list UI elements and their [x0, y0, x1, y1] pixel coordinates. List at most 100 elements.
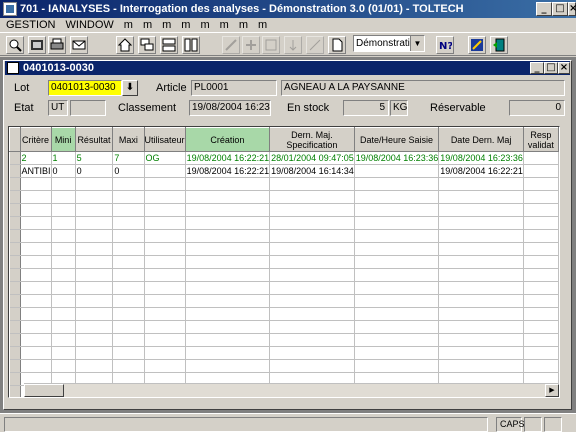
row-header[interactable]	[9, 281, 21, 295]
table-cell[interactable]: 0	[51, 164, 76, 178]
table-cell[interactable]	[20, 346, 52, 360]
table-row[interactable]	[9, 281, 559, 295]
chevron-down-icon[interactable]: ▼	[410, 36, 424, 51]
add-button[interactable]	[242, 36, 260, 54]
scroll-right-icon[interactable]: ▶	[545, 384, 559, 397]
table-cell[interactable]	[523, 281, 559, 295]
table-cell[interactable]	[51, 333, 76, 347]
table-row[interactable]: ANTIBI 0 0 0 19/08/2004 16:22:21 19/08/2004 1…	[9, 164, 559, 178]
table-cell[interactable]	[438, 203, 524, 217]
table-cell[interactable]	[75, 255, 114, 269]
table-row[interactable]	[9, 203, 559, 217]
tile-vertical-button[interactable]	[182, 36, 200, 54]
table-row[interactable]	[9, 333, 559, 347]
table-cell[interactable]	[523, 164, 559, 178]
analyses-grid[interactable]: Critère Mini Résultat Maxi Utilisateur C…	[8, 126, 560, 398]
table-cell[interactable]	[269, 177, 355, 191]
table-cell[interactable]	[354, 177, 440, 191]
table-cell[interactable]	[185, 242, 271, 256]
menu-gestion[interactable]: GESTION	[0, 19, 61, 31]
table-cell[interactable]	[354, 294, 440, 308]
table-cell[interactable]: 19/08/2004 16:23:36	[438, 151, 524, 165]
tools-button[interactable]	[468, 36, 486, 54]
minimize-button[interactable]: _	[536, 2, 552, 16]
menu-item[interactable]: m	[234, 19, 253, 31]
table-cell[interactable]	[144, 320, 186, 334]
column-header[interactable]: Création	[184, 127, 271, 152]
table-cell[interactable]	[20, 229, 52, 243]
lot-dropdown-button[interactable]: ⬇	[122, 80, 138, 96]
table-row[interactable]	[9, 307, 559, 321]
table-cell[interactable]	[51, 190, 76, 204]
table-cell[interactable]	[438, 242, 524, 256]
table-cell[interactable]	[20, 216, 52, 230]
table-cell[interactable]	[75, 268, 114, 282]
table-cell[interactable]	[144, 255, 186, 269]
table-cell[interactable]	[354, 164, 440, 178]
table-cell[interactable]	[185, 307, 271, 321]
table-cell[interactable]: 19/08/2004 16:14:34	[269, 164, 355, 178]
cascade-button[interactable]	[138, 36, 156, 54]
menu-item[interactable]: m	[215, 19, 234, 31]
row-header[interactable]	[9, 294, 21, 308]
menu-item[interactable]: m	[138, 19, 157, 31]
table-cell[interactable]	[438, 294, 524, 308]
table-cell[interactable]	[438, 216, 524, 230]
edit-button[interactable]	[222, 36, 240, 54]
table-cell[interactable]	[354, 190, 440, 204]
menu-item[interactable]: m	[253, 19, 272, 31]
table-cell[interactable]	[51, 255, 76, 269]
table-cell[interactable]	[523, 255, 559, 269]
table-cell[interactable]	[51, 242, 76, 256]
table-cell[interactable]	[438, 333, 524, 347]
down-button[interactable]	[284, 36, 302, 54]
table-cell[interactable]	[354, 229, 440, 243]
scrollbar-thumb[interactable]	[24, 384, 64, 397]
exit-button[interactable]	[490, 36, 508, 54]
table-row[interactable]	[9, 190, 559, 204]
tile-horizontal-button[interactable]	[160, 36, 178, 54]
table-cell[interactable]	[20, 255, 52, 269]
child-close-button[interactable]: ×	[558, 62, 570, 74]
table-cell[interactable]	[144, 281, 186, 295]
table-cell[interactable]: 19/08/2004 16:22:21	[438, 164, 524, 178]
table-row[interactable]	[9, 346, 559, 360]
table-cell[interactable]	[354, 307, 440, 321]
print-button[interactable]	[48, 36, 66, 54]
table-cell[interactable]	[144, 190, 186, 204]
table-cell[interactable]	[438, 346, 524, 360]
table-cell[interactable]: 0	[112, 164, 145, 178]
column-header[interactable]: Maxi	[112, 127, 145, 152]
table-cell[interactable]	[51, 307, 76, 321]
table-cell[interactable]: ANTIBI	[20, 164, 52, 178]
table-cell[interactable]	[75, 177, 114, 191]
table-cell[interactable]	[269, 346, 355, 360]
table-cell[interactable]	[523, 216, 559, 230]
table-cell[interactable]	[185, 268, 271, 282]
table-cell[interactable]	[523, 320, 559, 334]
table-cell[interactable]: OG	[144, 151, 186, 165]
table-row[interactable]	[9, 229, 559, 243]
search-button[interactable]	[6, 36, 24, 54]
close-button[interactable]: ×	[568, 2, 576, 16]
table-cell[interactable]	[354, 346, 440, 360]
table-cell[interactable]	[144, 307, 186, 321]
table-cell[interactable]: 19/08/2004 16:22:21	[185, 151, 271, 165]
table-cell[interactable]	[523, 190, 559, 204]
table-cell[interactable]	[20, 203, 52, 217]
table-cell[interactable]	[185, 203, 271, 217]
table-cell[interactable]	[438, 359, 524, 373]
table-cell[interactable]	[269, 203, 355, 217]
table-cell[interactable]	[75, 281, 114, 295]
table-cell[interactable]	[75, 307, 114, 321]
table-row[interactable]	[9, 320, 559, 334]
row-header[interactable]	[9, 229, 21, 243]
table-cell[interactable]	[51, 177, 76, 191]
column-header[interactable]: Utilisateur	[143, 127, 186, 152]
table-cell[interactable]: 0	[75, 164, 114, 178]
row-header[interactable]	[9, 385, 21, 397]
table-cell[interactable]	[75, 242, 114, 256]
table-cell[interactable]	[185, 359, 271, 373]
table-cell[interactable]	[523, 229, 559, 243]
table-cell[interactable]	[51, 268, 76, 282]
